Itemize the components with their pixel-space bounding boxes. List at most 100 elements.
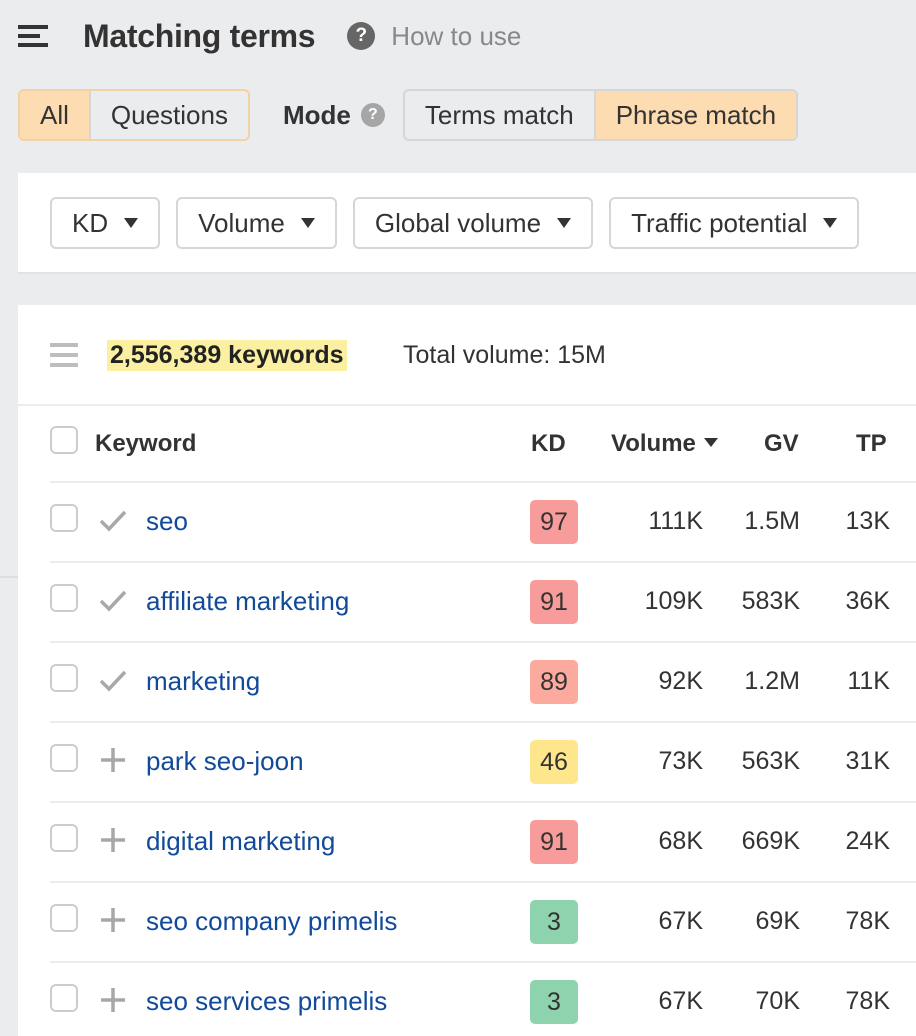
row-checkbox[interactable] [50,504,78,532]
traffic-potential-value: 13K [845,507,890,535]
kd-badge: 3 [530,980,578,1024]
column-tp[interactable]: TP [856,406,887,481]
question-circle-icon: ? [347,22,376,50]
volume-value: 73K [658,747,703,775]
plus-icon[interactable] [98,905,128,935]
table-body: seo 97 111K 1.5M 13K affiliate marketing… [50,483,916,1036]
traffic-potential-value: 31K [845,747,890,775]
volume-value: 111K [648,507,703,535]
global-volume-value: 70K [755,987,800,1015]
table-row: affiliate marketing 91 109K 583K 36K [50,563,916,643]
scope-toggle: All Questions [18,89,250,141]
total-volume: Total volume: 15M [403,341,606,369]
traffic-potential-value: 78K [845,987,890,1015]
table-header: Keyword KD Volume GV TP [50,406,916,483]
column-kd[interactable]: KD [531,406,566,481]
results-summary: 2,556,389 keywords Total volume: 15M [18,305,916,406]
row-checkbox[interactable] [50,824,78,852]
volume-filter-label: Volume [198,207,285,238]
checkmark-icon[interactable] [98,585,128,615]
sidebar-divider [0,576,18,578]
phrase-match-option[interactable]: Phrase match [593,91,797,139]
keyword-link[interactable]: affiliate marketing [146,563,349,639]
volume-value: 67K [658,987,703,1015]
table-row: park seo-joon 46 73K 563K 31K [50,723,916,803]
keyword-link[interactable]: seo company primelis [146,883,397,959]
volume-value: 92K [658,667,703,695]
keyword-link[interactable]: seo [146,483,188,559]
table-row: seo services primelis 3 67K 70K 78K [50,963,916,1036]
checkmark-icon[interactable] [98,665,128,695]
menu-icon[interactable] [18,25,48,47]
results-panel: 2,556,389 keywords Total volume: 15M Key… [18,305,916,1036]
keyword-count: 2,556,389 keywords [107,340,347,371]
mode-bar: All Questions Mode ? Terms match Phrase … [18,89,799,141]
plus-icon[interactable] [98,825,128,855]
keyword-link[interactable]: seo services primelis [146,963,387,1036]
traffic-potential-value: 36K [845,587,890,615]
kd-badge: 3 [530,900,578,944]
caret-down-icon [823,218,838,228]
table-row: seo company primelis 3 67K 69K 78K [50,883,916,963]
kd-badge: 97 [530,500,578,544]
global-volume-value: 1.2M [744,667,800,695]
row-checkbox[interactable] [50,664,78,692]
table-row: digital marketing 91 68K 669K 24K [50,803,916,883]
filter-bar: KD Volume Global volume Traffic potentia… [50,197,860,249]
kd-badge: 46 [530,740,578,784]
row-checkbox[interactable] [50,744,78,772]
global-volume-value: 563K [741,747,800,775]
column-volume-label: Volume [611,430,696,457]
global-volume-value: 1.5M [744,507,800,535]
column-volume[interactable]: Volume [611,406,718,481]
row-checkbox[interactable] [50,904,78,932]
traffic-potential-filter-label: Traffic potential [631,207,808,238]
table-row: marketing 89 92K 1.2M 11K [50,643,916,723]
table-row: seo 97 111K 1.5M 13K [50,483,916,563]
checkmark-icon[interactable] [98,505,128,535]
how-to-use-link[interactable]: ? How to use [347,21,521,52]
volume-value: 109K [644,587,703,615]
column-keyword[interactable]: Keyword [95,406,196,481]
traffic-potential-filter-button[interactable]: Traffic potential [609,197,860,249]
caret-down-icon [300,218,315,228]
select-all-checkbox[interactable] [50,426,78,454]
tab-questions[interactable]: Questions [88,91,248,139]
caret-down-icon [557,218,572,228]
row-checkbox[interactable] [50,984,78,1012]
global-volume-value: 583K [741,587,800,615]
traffic-potential-value: 24K [845,827,890,855]
sort-desc-icon [703,438,718,448]
volume-filter-button[interactable]: Volume [176,197,337,249]
keyword-link[interactable]: digital marketing [146,803,335,879]
plus-icon[interactable] [98,745,128,775]
kd-badge: 91 [530,820,578,864]
traffic-potential-value: 11K [847,667,890,695]
kd-filter-label: KD [72,207,109,238]
volume-value: 68K [658,827,703,855]
page-title: Matching terms [83,17,316,54]
column-gv[interactable]: GV [764,406,799,481]
caret-down-icon [124,218,139,228]
title-bar: Matching terms ? How to use [18,14,521,58]
question-circle-icon[interactable]: ? [360,103,385,127]
terms-match-option[interactable]: Terms match [405,91,594,139]
global-volume-value: 669K [741,827,800,855]
kd-badge: 91 [530,580,578,624]
mode-label: Mode [282,99,351,130]
volume-value: 67K [658,907,703,935]
kd-filter-button[interactable]: KD [50,197,161,249]
global-volume-value: 69K [755,907,800,935]
keyword-link[interactable]: marketing [146,643,260,719]
keyword-link[interactable]: park seo-joon [146,723,304,799]
row-checkbox[interactable] [50,584,78,612]
traffic-potential-value: 78K [845,907,890,935]
kd-badge: 89 [530,660,578,704]
how-to-use-label: How to use [391,20,522,51]
mode-toggle: Terms match Phrase match [402,89,799,141]
list-columns-icon[interactable] [50,343,78,367]
filter-panel: KD Volume Global volume Traffic potentia… [18,173,916,274]
plus-icon[interactable] [98,985,128,1015]
tab-all[interactable]: All [20,91,89,139]
global-volume-filter-button[interactable]: Global volume [352,197,594,249]
